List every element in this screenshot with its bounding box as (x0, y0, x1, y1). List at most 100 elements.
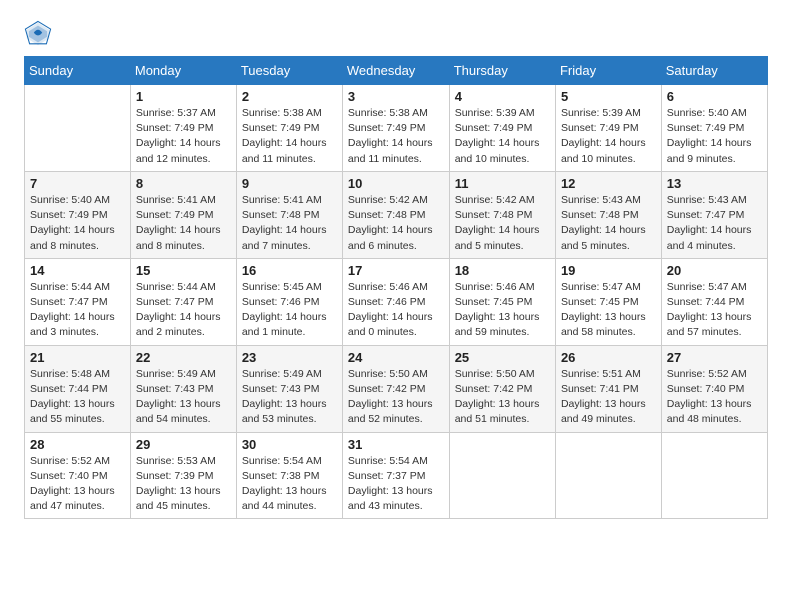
day-info: Sunrise: 5:43 AM Sunset: 7:47 PM Dayligh… (667, 193, 762, 254)
day-info: Sunrise: 5:47 AM Sunset: 7:44 PM Dayligh… (667, 280, 762, 341)
day-info: Sunrise: 5:40 AM Sunset: 7:49 PM Dayligh… (30, 193, 125, 254)
day-number: 29 (136, 437, 231, 452)
day-number: 9 (242, 176, 337, 191)
day-number: 22 (136, 350, 231, 365)
day-info: Sunrise: 5:41 AM Sunset: 7:49 PM Dayligh… (136, 193, 231, 254)
day-number: 17 (348, 263, 444, 278)
calendar-cell: 23 Sunrise: 5:49 AM Sunset: 7:43 PM Dayli… (236, 345, 342, 432)
calendar-cell: 29 Sunrise: 5:53 AM Sunset: 7:39 PM Dayli… (130, 432, 236, 519)
day-info: Sunrise: 5:49 AM Sunset: 7:43 PM Dayligh… (242, 367, 337, 428)
calendar-cell: 14 Sunrise: 5:44 AM Sunset: 7:47 PM Dayli… (25, 258, 131, 345)
day-of-week-wednesday: Wednesday (342, 57, 449, 85)
day-number: 30 (242, 437, 337, 452)
calendar-cell: 15 Sunrise: 5:44 AM Sunset: 7:47 PM Dayli… (130, 258, 236, 345)
day-info: Sunrise: 5:41 AM Sunset: 7:48 PM Dayligh… (242, 193, 337, 254)
calendar-header-row: SundayMondayTuesdayWednesdayThursdayFrid… (25, 57, 768, 85)
calendar-cell: 19 Sunrise: 5:47 AM Sunset: 7:45 PM Dayli… (555, 258, 661, 345)
logo-icon (24, 20, 52, 48)
day-number: 18 (455, 263, 550, 278)
calendar-cell: 10 Sunrise: 5:42 AM Sunset: 7:48 PM Dayli… (342, 171, 449, 258)
day-info: Sunrise: 5:46 AM Sunset: 7:46 PM Dayligh… (348, 280, 444, 341)
day-of-week-monday: Monday (130, 57, 236, 85)
calendar-cell: 21 Sunrise: 5:48 AM Sunset: 7:44 PM Dayli… (25, 345, 131, 432)
day-number: 8 (136, 176, 231, 191)
day-info: Sunrise: 5:39 AM Sunset: 7:49 PM Dayligh… (561, 106, 656, 167)
day-number: 21 (30, 350, 125, 365)
calendar-cell: 4Sunrise: 5:39 AM Sunset: 7:49 PM Daylig… (449, 85, 555, 172)
day-number: 19 (561, 263, 656, 278)
calendar-cell: 24 Sunrise: 5:50 AM Sunset: 7:42 PM Dayli… (342, 345, 449, 432)
day-info: Sunrise: 5:44 AM Sunset: 7:47 PM Dayligh… (136, 280, 231, 341)
calendar-cell (25, 85, 131, 172)
day-number: 25 (455, 350, 550, 365)
calendar-cell: 7 Sunrise: 5:40 AM Sunset: 7:49 PM Daylig… (25, 171, 131, 258)
calendar-cell: 1 Sunrise: 5:37 AM Sunset: 7:49 PM Daylig… (130, 85, 236, 172)
day-info: Sunrise: 5:47 AM Sunset: 7:45 PM Dayligh… (561, 280, 656, 341)
calendar-cell: 11 Sunrise: 5:42 AM Sunset: 7:48 PM Dayli… (449, 171, 555, 258)
day-number: 15 (136, 263, 231, 278)
day-number: 14 (30, 263, 125, 278)
calendar-table: SundayMondayTuesdayWednesdayThursdayFrid… (24, 56, 768, 519)
day-info: Sunrise: 5:46 AM Sunset: 7:45 PM Dayligh… (455, 280, 550, 341)
calendar-cell: 18 Sunrise: 5:46 AM Sunset: 7:45 PM Dayli… (449, 258, 555, 345)
day-info: Sunrise: 5:52 AM Sunset: 7:40 PM Dayligh… (667, 367, 762, 428)
day-of-week-friday: Friday (555, 57, 661, 85)
day-info: Sunrise: 5:54 AM Sunset: 7:37 PM Dayligh… (348, 454, 444, 515)
day-of-week-thursday: Thursday (449, 57, 555, 85)
calendar-cell: 5Sunrise: 5:39 AM Sunset: 7:49 PM Daylig… (555, 85, 661, 172)
calendar-cell: 8 Sunrise: 5:41 AM Sunset: 7:49 PM Daylig… (130, 171, 236, 258)
calendar-cell (555, 432, 661, 519)
day-info: Sunrise: 5:45 AM Sunset: 7:46 PM Dayligh… (242, 280, 337, 341)
day-number: 23 (242, 350, 337, 365)
calendar-cell: 9 Sunrise: 5:41 AM Sunset: 7:48 PM Daylig… (236, 171, 342, 258)
calendar-cell: 30Sunrise: 5:54 AM Sunset: 7:38 PM Dayli… (236, 432, 342, 519)
day-info: Sunrise: 5:51 AM Sunset: 7:41 PM Dayligh… (561, 367, 656, 428)
day-number: 27 (667, 350, 762, 365)
day-of-week-tuesday: Tuesday (236, 57, 342, 85)
calendar-cell: 28Sunrise: 5:52 AM Sunset: 7:40 PM Dayli… (25, 432, 131, 519)
day-number: 6 (667, 89, 762, 104)
calendar-cell: 20 Sunrise: 5:47 AM Sunset: 7:44 PM Dayli… (661, 258, 767, 345)
day-info: Sunrise: 5:40 AM Sunset: 7:49 PM Dayligh… (667, 106, 762, 167)
day-info: Sunrise: 5:53 AM Sunset: 7:39 PM Dayligh… (136, 454, 231, 515)
day-number: 10 (348, 176, 444, 191)
day-info: Sunrise: 5:38 AM Sunset: 7:49 PM Dayligh… (348, 106, 444, 167)
day-number: 11 (455, 176, 550, 191)
day-number: 7 (30, 176, 125, 191)
calendar-cell (661, 432, 767, 519)
calendar-week-2: 7 Sunrise: 5:40 AM Sunset: 7:49 PM Daylig… (25, 171, 768, 258)
day-number: 31 (348, 437, 444, 452)
calendar-cell (449, 432, 555, 519)
day-info: Sunrise: 5:44 AM Sunset: 7:47 PM Dayligh… (30, 280, 125, 341)
calendar-cell: 13 Sunrise: 5:43 AM Sunset: 7:47 PM Dayli… (661, 171, 767, 258)
calendar-week-4: 21 Sunrise: 5:48 AM Sunset: 7:44 PM Dayli… (25, 345, 768, 432)
calendar-week-5: 28Sunrise: 5:52 AM Sunset: 7:40 PM Dayli… (25, 432, 768, 519)
calendar-cell: 25 Sunrise: 5:50 AM Sunset: 7:42 PM Dayli… (449, 345, 555, 432)
day-number: 24 (348, 350, 444, 365)
day-of-week-sunday: Sunday (25, 57, 131, 85)
day-info: Sunrise: 5:48 AM Sunset: 7:44 PM Dayligh… (30, 367, 125, 428)
day-number: 28 (30, 437, 125, 452)
logo (24, 20, 56, 48)
day-number: 2 (242, 89, 337, 104)
day-info: Sunrise: 5:42 AM Sunset: 7:48 PM Dayligh… (455, 193, 550, 254)
day-number: 16 (242, 263, 337, 278)
calendar-cell: 12Sunrise: 5:43 AM Sunset: 7:48 PM Dayli… (555, 171, 661, 258)
day-info: Sunrise: 5:37 AM Sunset: 7:49 PM Dayligh… (136, 106, 231, 167)
calendar-cell: 22Sunrise: 5:49 AM Sunset: 7:43 PM Dayli… (130, 345, 236, 432)
day-number: 12 (561, 176, 656, 191)
day-info: Sunrise: 5:50 AM Sunset: 7:42 PM Dayligh… (455, 367, 550, 428)
day-number: 13 (667, 176, 762, 191)
calendar-cell: 31 Sunrise: 5:54 AM Sunset: 7:37 PM Dayli… (342, 432, 449, 519)
day-number: 4 (455, 89, 550, 104)
calendar-week-1: 1 Sunrise: 5:37 AM Sunset: 7:49 PM Daylig… (25, 85, 768, 172)
day-of-week-saturday: Saturday (661, 57, 767, 85)
calendar-week-3: 14 Sunrise: 5:44 AM Sunset: 7:47 PM Dayli… (25, 258, 768, 345)
day-number: 20 (667, 263, 762, 278)
day-info: Sunrise: 5:50 AM Sunset: 7:42 PM Dayligh… (348, 367, 444, 428)
calendar-cell: 6 Sunrise: 5:40 AM Sunset: 7:49 PM Daylig… (661, 85, 767, 172)
page-header (24, 20, 768, 48)
calendar-cell: 16 Sunrise: 5:45 AM Sunset: 7:46 PM Dayli… (236, 258, 342, 345)
day-number: 1 (136, 89, 231, 104)
day-info: Sunrise: 5:42 AM Sunset: 7:48 PM Dayligh… (348, 193, 444, 254)
